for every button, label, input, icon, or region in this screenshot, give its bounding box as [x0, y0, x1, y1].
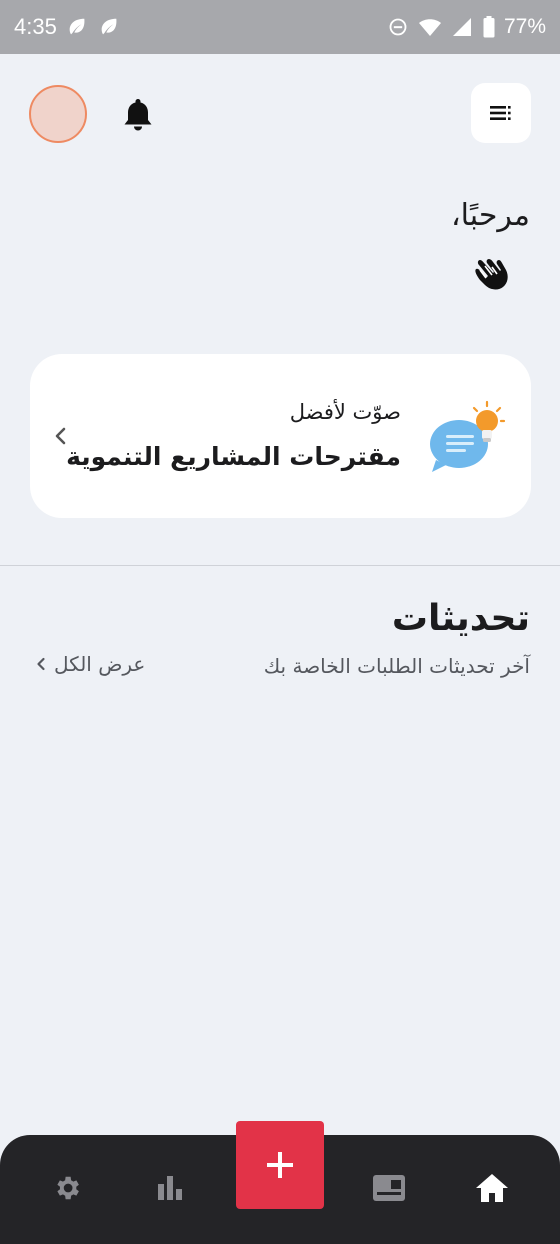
nav-statistics[interactable] — [153, 1171, 187, 1205]
battery-icon — [482, 15, 496, 39]
add-button[interactable] — [236, 1121, 324, 1209]
menu-icon — [490, 106, 511, 120]
chevron-left-icon — [52, 426, 70, 446]
waving-hand-icon — [472, 258, 512, 300]
wifi-icon — [418, 15, 442, 39]
signal-icon — [450, 15, 474, 39]
card-title: مقترحات المشاريع التنموية — [66, 442, 401, 471]
status-right: 77% — [386, 15, 546, 39]
section-divider — [0, 565, 560, 566]
view-all-label: عرض الكل — [54, 652, 146, 676]
bell-icon — [124, 99, 152, 131]
vote-projects-card[interactable]: صوّت لأفضل مقترحات المشاريع التنموية — [30, 354, 531, 518]
add-icon — [267, 1152, 293, 1178]
leaf-icon — [97, 15, 121, 39]
updates-subtitle: آخر تحديثات الطلبات الخاصة بك — [263, 654, 530, 678]
news-icon — [373, 1175, 405, 1201]
avatar[interactable] — [29, 85, 87, 143]
status-time: 4:35 — [14, 14, 57, 39]
greeting-text: مرحبًا، — [450, 198, 530, 233]
status-bar: 4:35 77% — [0, 0, 560, 54]
nav-settings[interactable] — [50, 1171, 84, 1205]
status-left: 4:35 — [14, 14, 121, 40]
menu-button[interactable] — [471, 83, 531, 143]
battery-percentage: 77% — [503, 15, 546, 38]
stats-icon — [158, 1176, 182, 1200]
settings-icon — [57, 1176, 79, 1200]
notification-button[interactable] — [118, 94, 158, 136]
idea-chat-icon — [428, 400, 506, 476]
leaf-icon — [65, 15, 89, 39]
nav-home[interactable] — [475, 1171, 509, 1205]
do-not-disturb-icon — [386, 15, 410, 39]
home-icon — [476, 1174, 508, 1202]
card-subtitle: صوّت لأفضل — [289, 400, 401, 424]
chevron-left-icon — [36, 652, 46, 676]
nav-news[interactable] — [372, 1171, 406, 1205]
updates-title: تحديثات — [391, 598, 530, 639]
view-all-link[interactable]: عرض الكل — [36, 652, 145, 676]
